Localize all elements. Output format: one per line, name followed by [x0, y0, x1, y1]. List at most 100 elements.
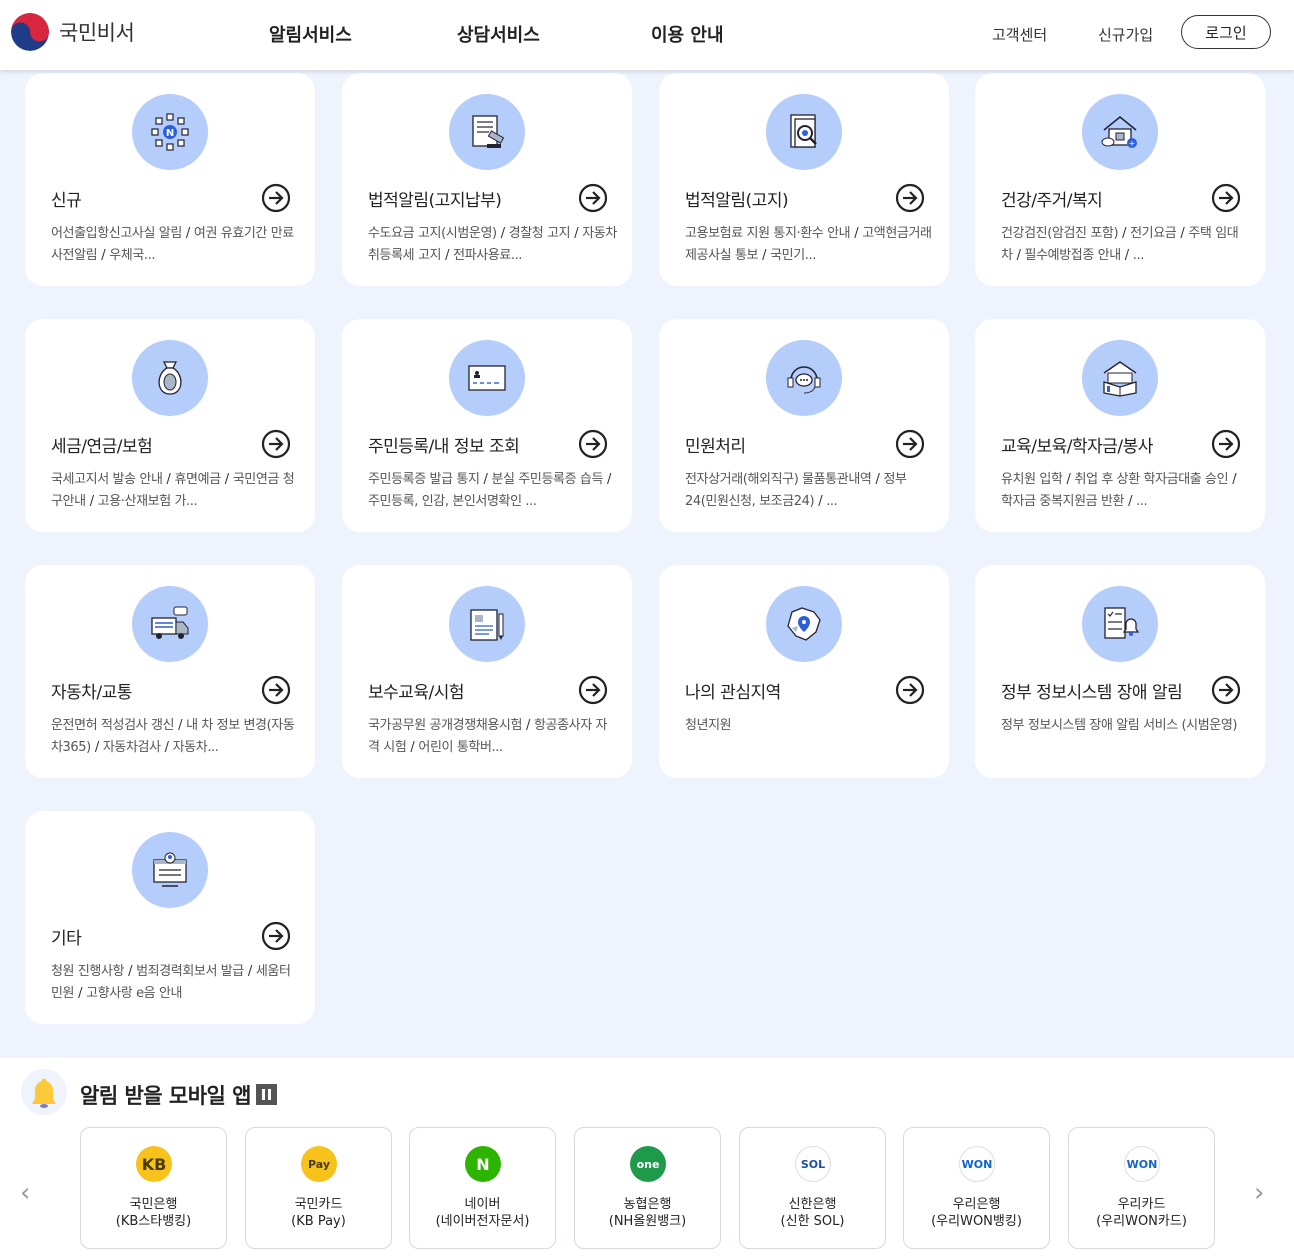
card-title: 교육/보육/학자금/봉사	[1001, 437, 1153, 457]
app-name-line1: 우리은행	[952, 1197, 1001, 1212]
service-card[interactable]: 자동차/교통 운전면허 적성검사 갱신 / 내 차 정보 변경(자동차365) / 자동차…	[25, 565, 315, 778]
card-description-item: 국민기...	[770, 248, 816, 263]
arrow-right-circle-icon[interactable]	[261, 921, 291, 951]
arrow-right-circle-icon[interactable]	[261, 429, 291, 459]
card-description: 청년지원	[685, 715, 935, 759]
app-card[interactable]: Pay 국민카드 (KB Pay)	[245, 1127, 392, 1249]
service-card[interactable]: N 신규 어선출입항신고사실 알림 / 여권 유효기간 만료 사전알림 / 우체국...	[25, 73, 315, 286]
service-card[interactable]: 법적알림(고지납부) 수도요금 고지(시범운영) / 경찰청 고지 / 자동차 취등록세 …	[342, 73, 632, 286]
card-description-item: 청원 진행사항	[51, 964, 125, 979]
card-description-item: 자동차...	[172, 740, 219, 755]
app-logo-icon: Pay	[301, 1146, 337, 1182]
card-description-item: 청년지원	[685, 718, 732, 733]
apps-section-title: 알림 받을 모바일 앱	[80, 1084, 252, 1108]
slider-prev-icon[interactable]: ‹	[20, 1178, 30, 1208]
house-medical-icon: +	[1082, 94, 1158, 170]
card-title: 신규	[51, 191, 82, 211]
card-description-item: 국가공무원 공개경쟁채용시험	[368, 718, 523, 733]
service-card[interactable]: 나의 관심지역 청년지원	[659, 565, 949, 778]
service-card[interactable]: 교육/보육/학자금/봉사 유치원 입학 / 취업 후 상환 학자금대출 승인/학자금 …	[975, 319, 1265, 532]
card-description-item: 정부 정보시스템 장애 알림 서비스 (시범운영)	[1001, 718, 1238, 733]
card-description: 건강검진(암검진 포함) / 전기요금 / 주택 임대차 / 필수예방접종 안내 /...	[1001, 226, 1239, 263]
card-description-item: 학자금 중복지원금 반환	[1001, 494, 1125, 509]
service-card[interactable]: 정부 정보시스템 장애 알림 정부 정보시스템 장애 알림 서비스 (시범운영)	[975, 565, 1265, 778]
card-description-item: ...	[826, 494, 838, 509]
arrow-right-circle-icon[interactable]	[895, 429, 925, 459]
arrow-right-circle-icon[interactable]	[578, 183, 608, 213]
card-description-item: 주민등록, 인감, 본인서명확인 ...	[368, 494, 537, 509]
service-card[interactable]: 세금/연금/보험 국세고지서 발송 안내 / 휴면예금 / 국민연금 청구안내 / 고용·산재…	[25, 319, 315, 532]
card-description-item: 고용보험료 지원 통지·환수 안내	[685, 226, 851, 241]
card-description: 고용보험료 지원 통지·환수 안내 / 고액현금거래 제공사실 통보 / 국민기...	[685, 226, 932, 263]
app-name-line2: (신한 SOL)	[780, 1214, 845, 1229]
arrow-right-circle-icon[interactable]	[578, 675, 608, 705]
arrow-right-circle-icon[interactable]	[1211, 183, 1241, 213]
signup-link[interactable]: 신규가입	[1098, 24, 1153, 45]
card-description-item: 필수예방접종 안내	[1024, 248, 1122, 263]
card-description-item: 어선출입항신고사실 알림	[51, 226, 182, 241]
service-card[interactable]: 기타 청원 진행사항 / 범죄경력회보서 발급 / 세움터 민원 / 고향사랑 e음 안내	[25, 811, 315, 1024]
arrow-right-circle-icon[interactable]	[895, 675, 925, 705]
service-card[interactable]: 법적알림(고지) 고용보험료 지원 통지·환수 안내 / 고액현금거래 제공사실 통보…	[659, 73, 949, 286]
card-description: 국가공무원 공개경쟁채용시험 / 항공종사자 자격 시험 / 어린이 통학버...	[368, 718, 608, 755]
app-name: 우리은행 (우리WON뱅킹)	[904, 1196, 1049, 1230]
app-name-line2: (우리WON카드)	[1096, 1214, 1187, 1229]
card-description-item: 운전면허 적성검사 갱신	[51, 718, 175, 733]
map-region-icon	[766, 586, 842, 662]
card-title: 법적알림(고지)	[685, 191, 789, 211]
card-description-item: 유치원 입학	[1001, 472, 1063, 487]
card-title: 보수교육/시험	[368, 683, 465, 703]
service-card[interactable]: + 건강/주거/복지건강검진(암검진 포함) / 전기요금 / 주택 임대차 / 필수예방접종…	[975, 73, 1265, 286]
app-logo-icon: WON	[959, 1146, 995, 1182]
app-card[interactable]: KB 국민은행 (KB스타뱅킹)	[80, 1127, 227, 1249]
card-description-item: ...	[1136, 494, 1148, 509]
app-logo-icon: KB	[136, 1146, 172, 1182]
arrow-right-circle-icon[interactable]	[578, 429, 608, 459]
card-description-item: 건강검진(암검진 포함)	[1001, 226, 1119, 241]
card-description: 전자상거래(해외직구) 물품통관내역 / 정부24(민원신청, 보조금24) /...	[685, 472, 907, 509]
card-description-item: 경찰청 고지	[508, 226, 571, 241]
card-description-item: 휴면예금	[174, 472, 222, 487]
app-name-line2: (우리WON뱅킹)	[931, 1214, 1022, 1229]
document-gavel-icon	[449, 94, 525, 170]
card-description-item: 수도요금 고지(시범운영)	[368, 226, 497, 241]
customer-center-link[interactable]: 고객센터	[992, 24, 1047, 45]
arrow-right-circle-icon[interactable]	[895, 183, 925, 213]
card-description: 수도요금 고지(시범운영) / 경찰청 고지 / 자동차 취등록세 고지 / 전파사용료..…	[368, 226, 617, 263]
taegeuk-logo-icon	[11, 13, 49, 51]
app-card[interactable]: SOL 신한은행 (신한 SOL)	[739, 1127, 886, 1249]
arrow-right-circle-icon[interactable]	[1211, 429, 1241, 459]
slider-next-icon[interactable]: ›	[1254, 1178, 1264, 1208]
card-title: 건강/주거/복지	[1001, 191, 1103, 211]
app-card[interactable]: N 네이버 (네이버전자문서)	[409, 1127, 556, 1249]
app-card[interactable]: one 농협은행 (NH올원뱅크)	[574, 1127, 721, 1249]
app-name-line2: (KB Pay)	[291, 1214, 346, 1229]
document-search-icon	[766, 94, 842, 170]
app-name-line1: 우리카드	[1117, 1197, 1166, 1212]
pause-slider-button[interactable]	[256, 1084, 277, 1105]
app-logo-icon: WON	[1124, 1146, 1160, 1182]
site-logo[interactable]: 국민비서	[11, 13, 135, 51]
money-bag-icon	[132, 340, 208, 416]
login-button[interactable]: 로그인	[1181, 15, 1271, 49]
monitor-person-icon	[132, 832, 208, 908]
card-description-item: 취업 후 상환 학자금대출 승인	[1074, 472, 1229, 487]
app-name-line2: (KB스타뱅킹)	[115, 1214, 192, 1229]
checklist-bell-icon	[1082, 586, 1158, 662]
arrow-right-circle-icon[interactable]	[261, 183, 291, 213]
app-name: 국민은행 (KB스타뱅킹)	[81, 1196, 226, 1230]
card-title: 기타	[51, 929, 82, 949]
card-title: 민원처리	[685, 437, 746, 457]
app-card[interactable]: WON 우리은행 (우리WON뱅킹)	[903, 1127, 1050, 1249]
nav-consult-service[interactable]: 상담서비스	[457, 21, 540, 47]
nav-alert-service[interactable]: 알림서비스	[269, 21, 352, 47]
service-card[interactable]: 보수교육/시험국가공무원 공개경쟁채용시험 / 항공종사자 자격 시험 / 어린이 통학…	[342, 565, 632, 778]
nav-usage-guide[interactable]: 이용 안내	[651, 21, 724, 47]
app-name: 우리카드 (우리WON카드)	[1069, 1196, 1214, 1230]
app-card[interactable]: WON 우리카드 (우리WON카드)	[1068, 1127, 1215, 1249]
arrow-right-circle-icon[interactable]	[261, 675, 291, 705]
service-card[interactable]: 민원처리전자상거래(해외직구) 물품통관내역 / 정부24(민원신청, 보조금24)…	[659, 319, 949, 532]
app-logo-icon: one	[630, 1146, 666, 1182]
service-card[interactable]: 주민등록/내 정보 조회 주민등록증 발급 통지 / 분실 주민등록증 습득/주민등록…	[342, 319, 632, 532]
arrow-right-circle-icon[interactable]	[1211, 675, 1241, 705]
